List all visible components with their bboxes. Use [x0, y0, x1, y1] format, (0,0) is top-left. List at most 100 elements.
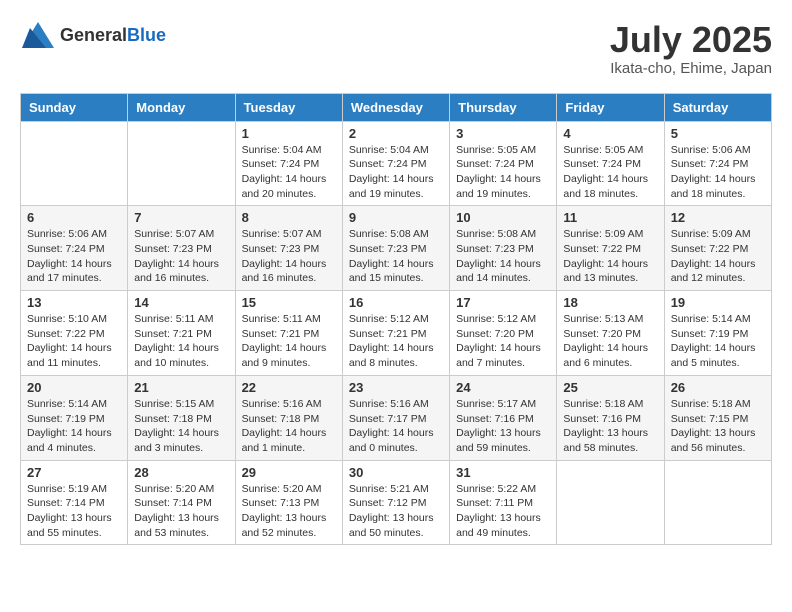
calendar-cell: 18Sunrise: 5:13 AMSunset: 7:20 PMDayligh…	[557, 291, 664, 376]
day-info: Sunrise: 5:05 AMSunset: 7:24 PMDaylight:…	[563, 143, 657, 202]
calendar-week-row: 13 Sunrise: 5:10 AMSunset: 7:22 PMDayligh…	[21, 291, 772, 376]
day-info: Sunrise: 5:16 AMSunset: 7:17 PMDaylight:…	[349, 397, 443, 456]
day-number: 27	[27, 465, 121, 480]
calendar-header-tuesday: Tuesday	[235, 93, 342, 121]
day-info: Sunrise: 5:17 AMSunset: 7:16 PMDaylight:…	[456, 397, 550, 456]
calendar-cell: 6 Sunrise: 5:06 AMSunset: 7:24 PMDaylight…	[21, 206, 128, 291]
calendar-cell	[664, 460, 771, 545]
day-number: 6	[27, 210, 121, 225]
day-info: Sunrise: 5:20 AMSunset: 7:13 PMDaylight:…	[242, 482, 336, 541]
calendar-cell: 1 Sunrise: 5:04 AMSunset: 7:24 PMDaylight…	[235, 121, 342, 206]
calendar-cell: 25 Sunrise: 5:18 AMSunset: 7:16 PMDayligh…	[557, 375, 664, 460]
calendar-cell: 26Sunrise: 5:18 AMSunset: 7:15 PMDayligh…	[664, 375, 771, 460]
day-number: 3	[456, 126, 550, 141]
location-subtitle: Ikata-cho, Ehime, Japan	[610, 60, 772, 77]
calendar-cell: 23Sunrise: 5:16 AMSunset: 7:17 PMDayligh…	[342, 375, 449, 460]
calendar-cell: 21 Sunrise: 5:15 AMSunset: 7:18 PMDayligh…	[128, 375, 235, 460]
page-header: GeneralBlue July 2025 Ikata-cho, Ehime, …	[20, 20, 772, 77]
day-number: 24	[456, 380, 550, 395]
calendar-cell: 24 Sunrise: 5:17 AMSunset: 7:16 PMDayligh…	[450, 375, 557, 460]
day-number: 19	[671, 295, 765, 310]
month-title: July 2025	[610, 20, 772, 60]
day-info: Sunrise: 5:11 AMSunset: 7:21 PMDaylight:…	[242, 312, 336, 371]
day-number: 15	[242, 295, 336, 310]
day-info: Sunrise: 5:15 AMSunset: 7:18 PMDaylight:…	[134, 397, 228, 456]
day-number: 29	[242, 465, 336, 480]
day-info: Sunrise: 5:21 AMSunset: 7:12 PMDaylight:…	[349, 482, 443, 541]
day-info: Sunrise: 5:08 AMSunset: 7:23 PMDaylight:…	[349, 227, 443, 286]
day-info: Sunrise: 5:07 AMSunset: 7:23 PMDaylight:…	[242, 227, 336, 286]
calendar-cell: 11Sunrise: 5:09 AMSunset: 7:22 PMDayligh…	[557, 206, 664, 291]
calendar-cell: 20Sunrise: 5:14 AMSunset: 7:19 PMDayligh…	[21, 375, 128, 460]
calendar-header-friday: Friday	[557, 93, 664, 121]
day-number: 21	[134, 380, 228, 395]
calendar-cell: 5 Sunrise: 5:06 AMSunset: 7:24 PMDaylight…	[664, 121, 771, 206]
day-info: Sunrise: 5:22 AMSunset: 7:11 PMDaylight:…	[456, 482, 550, 541]
day-info: Sunrise: 5:06 AMSunset: 7:24 PMDaylight:…	[27, 227, 121, 286]
calendar-cell: 7Sunrise: 5:07 AMSunset: 7:23 PMDaylight…	[128, 206, 235, 291]
calendar-cell: 12Sunrise: 5:09 AMSunset: 7:22 PMDayligh…	[664, 206, 771, 291]
calendar-cell: 14Sunrise: 5:11 AMSunset: 7:21 PMDayligh…	[128, 291, 235, 376]
logo-text-blue: Blue	[127, 25, 166, 45]
calendar-cell: 28 Sunrise: 5:20 AMSunset: 7:14 PMDayligh…	[128, 460, 235, 545]
calendar-cell: 15 Sunrise: 5:11 AMSunset: 7:21 PMDayligh…	[235, 291, 342, 376]
day-number: 28	[134, 465, 228, 480]
day-number: 5	[671, 126, 765, 141]
calendar-cell: 13 Sunrise: 5:10 AMSunset: 7:22 PMDayligh…	[21, 291, 128, 376]
day-number: 25	[563, 380, 657, 395]
calendar-week-row: 6 Sunrise: 5:06 AMSunset: 7:24 PMDaylight…	[21, 206, 772, 291]
calendar-cell	[128, 121, 235, 206]
day-number: 2	[349, 126, 443, 141]
day-number: 30	[349, 465, 443, 480]
title-area: July 2025 Ikata-cho, Ehime, Japan	[610, 20, 772, 77]
day-number: 18	[563, 295, 657, 310]
day-info: Sunrise: 5:12 AMSunset: 7:21 PMDaylight:…	[349, 312, 443, 371]
day-number: 14	[134, 295, 228, 310]
calendar-week-row: 27 Sunrise: 5:19 AMSunset: 7:14 PMDayligh…	[21, 460, 772, 545]
calendar-cell: 8 Sunrise: 5:07 AMSunset: 7:23 PMDaylight…	[235, 206, 342, 291]
calendar-header-row: SundayMondayTuesdayWednesdayThursdayFrid…	[21, 93, 772, 121]
day-number: 10	[456, 210, 550, 225]
logo-text-general: General	[60, 25, 127, 45]
calendar-cell: 22Sunrise: 5:16 AMSunset: 7:18 PMDayligh…	[235, 375, 342, 460]
calendar-header-sunday: Sunday	[21, 93, 128, 121]
calendar-cell: 29 Sunrise: 5:20 AMSunset: 7:13 PMDayligh…	[235, 460, 342, 545]
logo-icon	[20, 20, 56, 50]
calendar-cell	[21, 121, 128, 206]
day-info: Sunrise: 5:05 AMSunset: 7:24 PMDaylight:…	[456, 143, 550, 202]
day-number: 1	[242, 126, 336, 141]
calendar-header-monday: Monday	[128, 93, 235, 121]
day-number: 22	[242, 380, 336, 395]
calendar-cell: 27 Sunrise: 5:19 AMSunset: 7:14 PMDayligh…	[21, 460, 128, 545]
day-number: 13	[27, 295, 121, 310]
calendar-cell	[557, 460, 664, 545]
calendar-cell: 19Sunrise: 5:14 AMSunset: 7:19 PMDayligh…	[664, 291, 771, 376]
day-info: Sunrise: 5:04 AMSunset: 7:24 PMDaylight:…	[242, 143, 336, 202]
calendar-week-row: 20Sunrise: 5:14 AMSunset: 7:19 PMDayligh…	[21, 375, 772, 460]
day-number: 4	[563, 126, 657, 141]
day-info: Sunrise: 5:18 AMSunset: 7:16 PMDaylight:…	[563, 397, 657, 456]
day-number: 11	[563, 210, 657, 225]
day-info: Sunrise: 5:20 AMSunset: 7:14 PMDaylight:…	[134, 482, 228, 541]
day-number: 8	[242, 210, 336, 225]
calendar-table: SundayMondayTuesdayWednesdayThursdayFrid…	[20, 93, 772, 546]
day-number: 20	[27, 380, 121, 395]
calendar-cell: 17 Sunrise: 5:12 AMSunset: 7:20 PMDayligh…	[450, 291, 557, 376]
calendar-cell: 4 Sunrise: 5:05 AMSunset: 7:24 PMDaylight…	[557, 121, 664, 206]
day-info: Sunrise: 5:18 AMSunset: 7:15 PMDaylight:…	[671, 397, 765, 456]
calendar-week-row: 1 Sunrise: 5:04 AMSunset: 7:24 PMDaylight…	[21, 121, 772, 206]
calendar-cell: 2Sunrise: 5:04 AMSunset: 7:24 PMDaylight…	[342, 121, 449, 206]
calendar-header-wednesday: Wednesday	[342, 93, 449, 121]
day-number: 17	[456, 295, 550, 310]
calendar-header-thursday: Thursday	[450, 93, 557, 121]
calendar-cell: 3 Sunrise: 5:05 AMSunset: 7:24 PMDaylight…	[450, 121, 557, 206]
calendar-header-saturday: Saturday	[664, 93, 771, 121]
calendar-cell: 9Sunrise: 5:08 AMSunset: 7:23 PMDaylight…	[342, 206, 449, 291]
day-number: 31	[456, 465, 550, 480]
day-info: Sunrise: 5:12 AMSunset: 7:20 PMDaylight:…	[456, 312, 550, 371]
calendar-cell: 30 Sunrise: 5:21 AMSunset: 7:12 PMDayligh…	[342, 460, 449, 545]
day-info: Sunrise: 5:19 AMSunset: 7:14 PMDaylight:…	[27, 482, 121, 541]
day-number: 12	[671, 210, 765, 225]
day-info: Sunrise: 5:06 AMSunset: 7:24 PMDaylight:…	[671, 143, 765, 202]
day-info: Sunrise: 5:10 AMSunset: 7:22 PMDaylight:…	[27, 312, 121, 371]
